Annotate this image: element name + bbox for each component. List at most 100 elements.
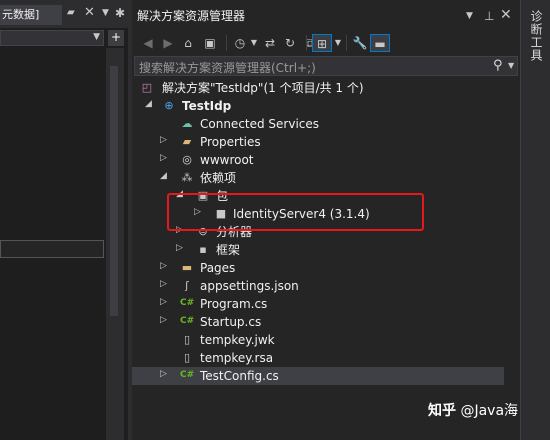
diagnostic-tools-tab[interactable]: 诊断工具	[525, 10, 545, 62]
expander-icon[interactable]: ◢	[145, 99, 152, 109]
tree-item-connected-services[interactable]: ☁ Connected Services	[132, 115, 520, 133]
tree-item-identityserver4[interactable]: ▷ ■ IdentityServer4 (3.1.4)	[132, 205, 520, 223]
dependencies-icon: ⁂	[181, 171, 193, 184]
tree-item-pages[interactable]: ▷ ▬ Pages	[132, 259, 520, 277]
expander-icon[interactable]: ▷	[160, 369, 167, 379]
globe-icon: ◎	[182, 153, 192, 166]
expander-icon[interactable]: ▷	[160, 315, 167, 325]
csharp-file-icon: C#	[180, 370, 195, 380]
close-icon[interactable]: ✕	[500, 5, 512, 25]
preview-selected-items-icon[interactable]: ▬	[370, 34, 390, 52]
tree-item-label: Startup.cs	[200, 315, 262, 329]
csharp-file-icon: C#	[180, 298, 195, 308]
tree-item-testconfig[interactable]: ▷ C# TestConfig.cs	[132, 367, 520, 385]
home-icon[interactable]: ⌂	[180, 34, 196, 52]
tree-item-dependencies[interactable]: ◢ ⁂ 依赖项	[132, 169, 520, 187]
analyzer-icon: ⊜	[198, 225, 208, 238]
chevron-down-icon[interactable]: ▼	[508, 61, 514, 70]
expander-icon[interactable]: ▷	[176, 243, 183, 253]
forward-icon[interactable]: ▶	[160, 34, 176, 52]
navigation-dropdown[interactable]: ▼	[0, 30, 104, 46]
package-icon: ▣	[197, 189, 209, 202]
toolbar-separator	[226, 35, 227, 51]
tree-item-label: TestConfig.cs	[200, 369, 279, 383]
tree-item-wwwroot[interactable]: ▷ ◎ wwwroot	[132, 151, 520, 169]
tree-item-label: tempkey.rsa	[200, 351, 274, 365]
back-icon[interactable]: ◀	[140, 34, 156, 52]
expander-icon[interactable]: ▷	[160, 261, 167, 271]
tree-item-properties[interactable]: ▷ ▰ Properties	[132, 133, 520, 151]
tree-item-packages[interactable]: ◢ ▣ 包	[132, 187, 520, 205]
solution-explorer-search[interactable]: 搜索解决方案资源管理器(Ctrl+;) ⚲ ▼	[134, 56, 518, 76]
toolbar-separator	[346, 35, 347, 51]
chevron-down-icon[interactable]: ▼	[334, 34, 342, 52]
chevron-down-icon[interactable]: ▼	[250, 34, 258, 52]
chevron-down-icon: ▼	[93, 32, 100, 42]
chevron-down-icon[interactable]: ▼	[466, 6, 473, 26]
watermark-handle: @Java海	[460, 403, 519, 419]
search-icon[interactable]: ⚲	[493, 58, 503, 73]
tree-scrollbar[interactable]	[504, 79, 520, 440]
tree-item-label: IdentityServer4 (3.1.4)	[233, 207, 370, 221]
tree-item-tempkey-jwk[interactable]: ▯ tempkey.jwk	[132, 331, 520, 349]
expander-icon[interactable]: ◢	[160, 171, 167, 181]
tree-item-label: Pages	[200, 261, 236, 275]
chevron-down-icon[interactable]: ▼	[102, 8, 109, 18]
properties-wrench-icon[interactable]: 🔧	[352, 34, 368, 52]
tree-item-label: 分析器	[216, 225, 253, 239]
tree-item-label: 解决方案"TestIdp"(1 个项目/共 1 个)	[162, 81, 364, 95]
tree-item-tempkey-rsa[interactable]: ▯ tempkey.rsa	[132, 349, 520, 367]
expander-icon[interactable]: ▷	[194, 207, 201, 217]
left-editor-panel: 元数据] ▰ ✕ ▼ ✱ ▼ +	[0, 0, 128, 440]
pin-icon[interactable]: ⊥	[484, 6, 494, 26]
wrench-folder-icon: ▰	[182, 135, 192, 148]
solution-tree: ◰ 解决方案"TestIdp"(1 个项目/共 1 个) ◢ ⊕ TestIdp…	[132, 79, 520, 440]
search-input[interactable]: 搜索解决方案资源管理器(Ctrl+;)	[139, 59, 316, 76]
tree-item-solution[interactable]: ◰ 解决方案"TestIdp"(1 个项目/共 1 个)	[132, 79, 520, 97]
tree-item-analyzers[interactable]: ▷ ⊜ 分析器	[132, 223, 520, 241]
right-tool-strip: 诊断工具	[520, 0, 550, 440]
solution-icon: ◰	[141, 81, 153, 94]
expander-icon[interactable]: ▷	[160, 135, 167, 145]
expander-icon[interactable]: ▷	[160, 153, 167, 163]
tree-item-program[interactable]: ▷ C# Program.cs	[132, 295, 520, 313]
pin-icon[interactable]: ▰	[67, 7, 75, 18]
tree-item-label: 框架	[216, 243, 241, 257]
csharp-file-icon: C#	[180, 316, 195, 326]
editor-scrollbar-thumb[interactable]	[110, 66, 118, 316]
metadata-tab[interactable]: 元数据]	[0, 5, 62, 25]
gear-icon[interactable]: ✱	[115, 6, 125, 20]
solution-explorer-titlebar: 解决方案资源管理器 ▼ ⊥ ✕	[132, 6, 520, 26]
editor-field	[0, 240, 104, 258]
nuget-package-icon: ■	[215, 207, 227, 220]
split-editor-button[interactable]: +	[108, 30, 124, 46]
file-icon: ▯	[183, 333, 191, 346]
solution-explorer-panel: 解决方案资源管理器 ▼ ⊥ ✕ ◀ ▶ ⌂ ▣ ◷ ▼ ⇄ ↻ ⧉ ⊞ ▼ 🔧 …	[132, 0, 520, 440]
folder-icon: ▬	[181, 261, 193, 274]
watermark-logo: 知乎	[428, 403, 456, 419]
expander-icon[interactable]: ◢	[176, 189, 183, 199]
tree-item-startup[interactable]: ▷ C# Startup.cs	[132, 313, 520, 331]
tree-item-label: appsettings.json	[200, 279, 299, 293]
tree-item-label: wwwroot	[200, 153, 254, 167]
switch-views-icon[interactable]: ▣	[200, 34, 220, 52]
watermark: 知乎 @Java海	[428, 400, 518, 420]
expander-icon[interactable]: ▷	[176, 225, 183, 235]
tree-item-label: TestIdp	[182, 99, 232, 113]
expander-icon[interactable]: ▷	[160, 279, 167, 289]
tree-item-project[interactable]: ◢ ⊕ TestIdp	[132, 97, 520, 115]
tree-item-label: Program.cs	[200, 297, 268, 311]
close-icon[interactable]: ✕	[84, 5, 95, 20]
tree-item-frameworks[interactable]: ▷ ▪ 框架	[132, 241, 520, 259]
left-tab-bar: 元数据] ▰ ✕ ▼ ✱	[0, 0, 128, 28]
file-icon: ▯	[183, 351, 191, 364]
panel-title: 解决方案资源管理器	[137, 9, 246, 23]
solution-explorer-toolbar: ◀ ▶ ⌂ ▣ ◷ ▼ ⇄ ↻ ⧉ ⊞ ▼ 🔧 ▬	[132, 31, 520, 55]
tree-item-appsettings[interactable]: ▷ ʃ appsettings.json	[132, 277, 520, 295]
sync-active-document-icon[interactable]: ⇄	[262, 34, 278, 52]
show-all-files-icon[interactable]: ⊞	[312, 34, 332, 52]
framework-icon: ▪	[199, 243, 207, 256]
expander-icon[interactable]: ▷	[160, 297, 167, 307]
pending-changes-filter-icon[interactable]: ◷	[232, 34, 248, 52]
refresh-icon[interactable]: ↻	[282, 34, 298, 52]
